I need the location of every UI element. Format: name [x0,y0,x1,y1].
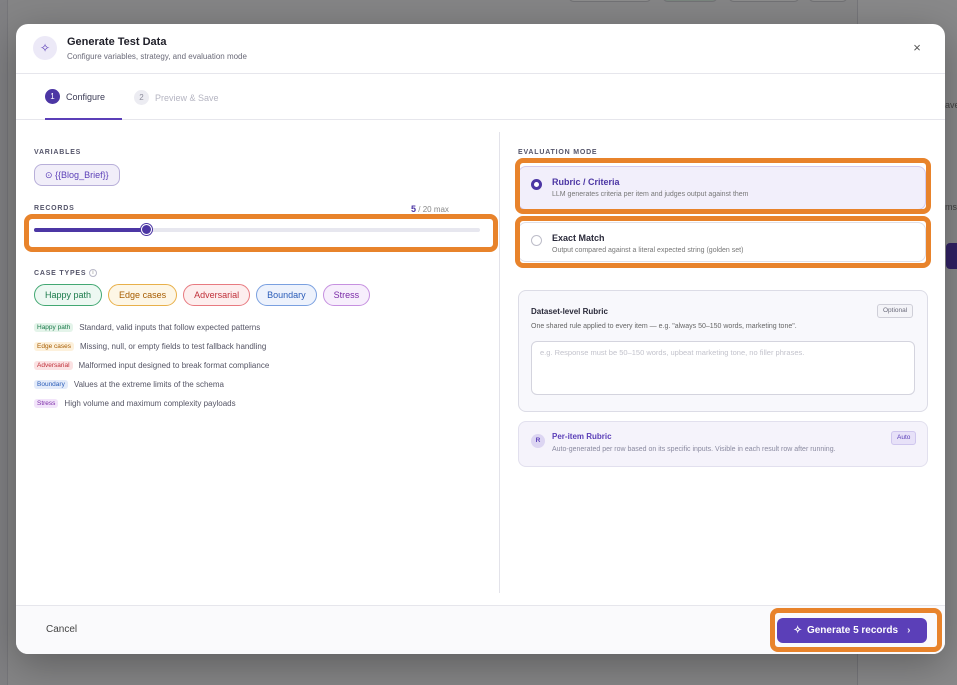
case-type-chips: Happy path Edge cases Adversarial Bounda… [34,284,371,306]
list-item: Stress High volume and maximum complexit… [34,394,484,413]
variables-label: VARIABLES [34,149,82,156]
optional-badge: Optional [877,304,914,318]
mode-rubric-criteria[interactable]: Rubric / Criteria LLM generates criteria… [518,166,926,210]
list-item: Adversarial Malformed input designed to … [34,356,484,375]
case-description: High volume and maximum complexity paylo… [64,399,236,408]
variable-chip[interactable]: ⊙ {{Blog_Brief}} [34,164,120,186]
mode-title: Exact Match [552,233,605,243]
case-description: Standard, valid inputs that follow expec… [79,323,261,332]
records-value: 5 [411,204,417,214]
case-tag: Boundary [34,380,68,389]
per-item-rubric-description: Auto-generated per row based on its spec… [552,446,836,453]
mode-description: Output compared against a literal expect… [552,247,744,254]
chip-boundary[interactable]: Boundary [256,284,317,306]
close-icon[interactable]: × [909,40,925,56]
rubric-icon: R [531,434,545,448]
cancel-button[interactable]: Cancel [46,624,77,635]
case-tag: Stress [34,399,59,408]
column-divider [499,132,500,593]
chip-adversarial[interactable]: Adversarial [183,284,251,306]
generate-records-button[interactable]: ✧ Generate 5 records › [777,618,927,643]
case-tag: Edge cases [34,342,74,351]
chip-edge-cases[interactable]: Edge cases [108,284,178,306]
slider-thumb[interactable] [140,224,152,235]
chip-happy-path[interactable]: Happy path [34,284,103,306]
tab-label: Configure [66,91,106,102]
per-item-rubric-panel: R Per-item Rubric Auto Auto-generated pe… [518,421,928,467]
step-number: 1 [45,89,60,104]
dataset-rubric-panel: Dataset-level Rubric Optional One shared… [518,290,928,412]
case-description: Values at the extreme limits of the sche… [73,380,224,389]
modal-title: Generate Test Data [67,36,167,48]
auto-badge: Auto [891,431,917,445]
case-description: Malformed input designed to break format… [78,361,270,370]
sparkle-icon: ✧ [793,625,802,636]
chip-stress[interactable]: Stress [322,284,371,306]
generate-label: Generate 5 records [806,625,899,636]
chevron-right-icon: › [907,625,911,636]
list-item: Happy path Standard, valid inputs that f… [34,318,484,337]
dataset-rubric-input[interactable] [531,341,915,395]
radio-unselected[interactable] [531,235,542,246]
tab-preview-save[interactable]: 2 Preview & Save [134,75,219,120]
case-description: Missing, null, or empty fields to test f… [79,342,267,351]
case-tag: Adversarial [34,361,73,370]
tab-label: Preview & Save [155,92,219,103]
case-type-descriptions: Happy path Standard, valid inputs that f… [34,318,484,413]
mode-exact-match[interactable]: Exact Match Output compared against a li… [518,222,926,262]
evaluation-mode-label: EVALUATION MODE [518,149,598,156]
slider-fill [34,228,146,232]
mode-description: LLM generates criteria per item and judg… [552,191,749,198]
generate-test-data-modal: ✧ Generate Test Data Configure variables… [16,24,945,654]
stepper-tabs: 1 Configure 2 Preview & Save [16,75,945,120]
case-types-label: CASE TYPES i [34,269,98,277]
tab-configure[interactable]: 1 Configure [45,75,122,120]
records-slider[interactable] [34,224,480,235]
records-count: 5 / 20 max [411,204,449,214]
step-number: 2 [134,90,149,105]
records-label: RECORDS [34,205,75,212]
list-item: Boundary Values at the extreme limits of… [34,375,484,394]
list-item: Edge cases Missing, null, or empty field… [34,337,484,356]
modal-subtitle: Configure variables, strategy, and evalu… [67,52,247,61]
records-max: / 20 max [418,205,449,214]
info-icon[interactable]: i [89,269,98,277]
mode-title: Rubric / Criteria [552,177,620,187]
modal-header: ✧ Generate Test Data Configure variables… [16,24,945,74]
case-tag: Happy path [34,323,74,332]
sparkle-icon: ✧ [33,36,57,60]
radio-selected[interactable] [531,179,542,190]
dataset-rubric-description: One shared rule applied to every item — … [531,323,797,330]
per-item-rubric-title: Per-item Rubric [552,432,612,441]
case-types-label-text: CASE TYPES [34,269,87,277]
dataset-rubric-title: Dataset-level Rubric [531,307,608,316]
modal-footer: Cancel ✧ Generate 5 records › [16,605,945,654]
